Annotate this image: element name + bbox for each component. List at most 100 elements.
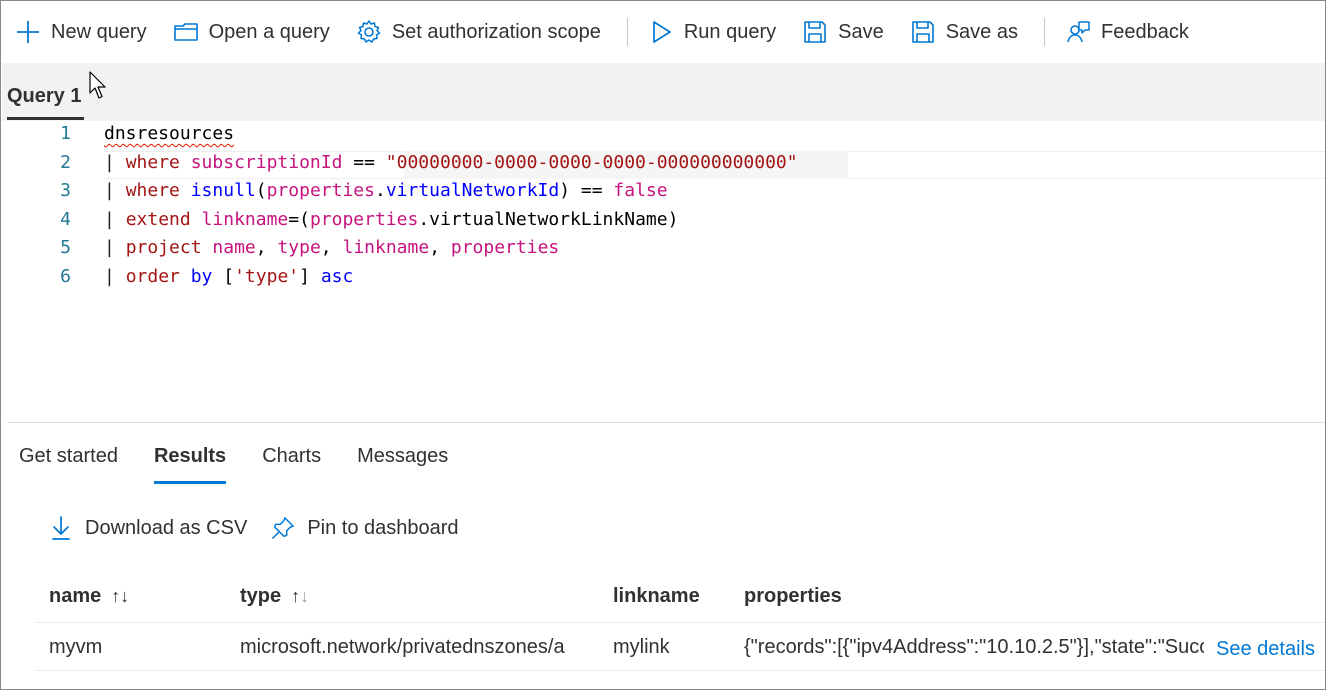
code-token: properties xyxy=(266,180,375,202)
code-token: virtualNetworkId xyxy=(385,180,560,202)
code-line: | order by ['type'] asc xyxy=(104,266,353,287)
gear-icon xyxy=(356,19,382,45)
code-line: | project name, type, linkname, properti… xyxy=(104,237,559,258)
tab-query-1[interactable]: Query 1 xyxy=(7,85,81,108)
cell-properties: {"records":[{"ipv4Address":"10.10.2.5"}]… xyxy=(744,636,1204,658)
code-token: =( xyxy=(288,208,310,230)
feedback-label: Feedback xyxy=(1100,20,1189,43)
code-token: .virtualNetworkLinkName) xyxy=(418,208,679,230)
pin-icon xyxy=(271,515,295,541)
open-query-label: Open a query xyxy=(208,20,330,43)
code-token: extend xyxy=(125,208,191,230)
query-editor[interactable]: 1 2 3 4 5 6 dnsresources | where subscriptionId… xyxy=(7,121,1325,423)
code-line: | where isnull(properties.virtualNetwork… xyxy=(104,180,668,201)
open-query-button[interactable]: Open a query xyxy=(171,12,340,52)
column-header-name-label: name xyxy=(49,585,102,607)
code-token: ( xyxy=(255,180,267,202)
column-header-linkname[interactable]: linkname xyxy=(613,585,700,608)
run-query-button[interactable]: Run query xyxy=(646,12,786,52)
new-query-button[interactable]: New query xyxy=(13,12,157,52)
column-header-type-label: type xyxy=(240,585,282,607)
column-header-properties-label: properties xyxy=(744,585,842,607)
tab-charts[interactable]: Charts xyxy=(262,445,321,485)
tab-active-indicator xyxy=(7,117,84,120)
code-token: | xyxy=(104,266,126,287)
code-token: properties xyxy=(309,208,419,230)
download-csv-button[interactable]: Download as CSV xyxy=(49,515,247,541)
plus-icon xyxy=(15,19,41,45)
results-tab-bar: Get started Results Charts Messages xyxy=(19,445,484,485)
table-row[interactable]: myvm microsoft.network/privatednszones/a… xyxy=(35,623,1325,671)
line-number: 6 xyxy=(60,266,71,287)
code-token: by xyxy=(190,266,213,287)
set-authorization-scope-button[interactable]: Set authorization scope xyxy=(354,12,611,52)
save-as-button[interactable]: Save as xyxy=(908,12,1028,52)
code-token: dnsresources xyxy=(104,123,235,144)
set-scope-label: Set authorization scope xyxy=(391,20,601,43)
tab-results[interactable]: Results xyxy=(153,445,227,485)
play-icon xyxy=(648,19,674,45)
toolbar-divider xyxy=(1043,18,1045,46)
code-token: "00000000-0000-0000-0000-000000000000" xyxy=(385,151,798,173)
new-query-label: New query xyxy=(51,20,147,43)
save-button[interactable]: Save xyxy=(800,12,894,52)
column-header-properties[interactable]: properties xyxy=(744,585,842,608)
results-actions: Download as CSV Pin to dashboard xyxy=(49,515,483,541)
cell-type: microsoft.network/privatednszones/a xyxy=(240,636,565,658)
save-as-label: Save as xyxy=(945,20,1018,43)
line-number: 1 xyxy=(60,123,71,144)
code-line: | where subscriptionId == "00000000-0000… xyxy=(104,152,798,173)
column-header-type[interactable]: type ↑↓ xyxy=(240,585,309,608)
see-details-link[interactable]: See details xyxy=(1216,638,1315,661)
code-token: false xyxy=(613,180,668,202)
cell-linkname: mylink xyxy=(613,636,670,658)
grid-header-row: name ↑↓ type ↑↓ linkname properties xyxy=(35,571,1325,623)
code-token: | xyxy=(104,237,126,259)
code-token: properties xyxy=(450,237,560,259)
code-token: asc xyxy=(320,266,354,287)
code-token: isnull xyxy=(190,180,256,202)
save-icon xyxy=(802,19,828,45)
code-token: | xyxy=(104,208,126,230)
save-label: Save xyxy=(838,20,884,43)
code-token: where xyxy=(125,151,180,173)
feedback-button[interactable]: Feedback xyxy=(1063,12,1199,52)
code-token: ] xyxy=(299,266,321,287)
folder-icon xyxy=(173,19,199,45)
line-number: 4 xyxy=(60,208,71,230)
code-line: dnsresources xyxy=(104,123,234,144)
code-token: , xyxy=(429,237,451,259)
pin-dashboard-label: Pin to dashboard xyxy=(307,516,459,539)
save-as-icon xyxy=(910,19,936,45)
tab-messages[interactable]: Messages xyxy=(357,445,448,485)
toolbar: New query Open a query Set authorization… xyxy=(1,1,1325,63)
pin-to-dashboard-button[interactable]: Pin to dashboard xyxy=(271,515,459,541)
code-token: subscriptionId xyxy=(190,151,343,173)
code-token: 'type' xyxy=(234,266,300,287)
sort-icon[interactable]: ↑↓ xyxy=(111,586,129,607)
code-token: . xyxy=(374,180,386,202)
code-token: project xyxy=(125,237,202,259)
cell-name: myvm xyxy=(49,636,103,658)
code-token: [ xyxy=(212,266,235,287)
run-query-label: Run query xyxy=(683,20,777,43)
tab-get-started[interactable]: Get started xyxy=(19,445,118,485)
code-token: | xyxy=(104,151,126,173)
column-header-name[interactable]: name ↑↓ xyxy=(49,585,129,608)
code-token: order xyxy=(125,266,180,287)
results-grid: name ↑↓ type ↑↓ linkname properties myvm… xyxy=(35,571,1325,671)
code-token: linkname xyxy=(342,237,430,259)
code-token: , xyxy=(255,237,278,259)
line-number: 2 xyxy=(60,151,71,173)
sort-icon[interactable]: ↑↓ xyxy=(291,586,309,607)
code-token: == xyxy=(342,151,386,173)
line-number: 5 xyxy=(60,237,71,259)
code-token: linkname xyxy=(201,208,289,230)
column-header-linkname-label: linkname xyxy=(613,585,700,607)
code-token: | xyxy=(104,180,126,202)
